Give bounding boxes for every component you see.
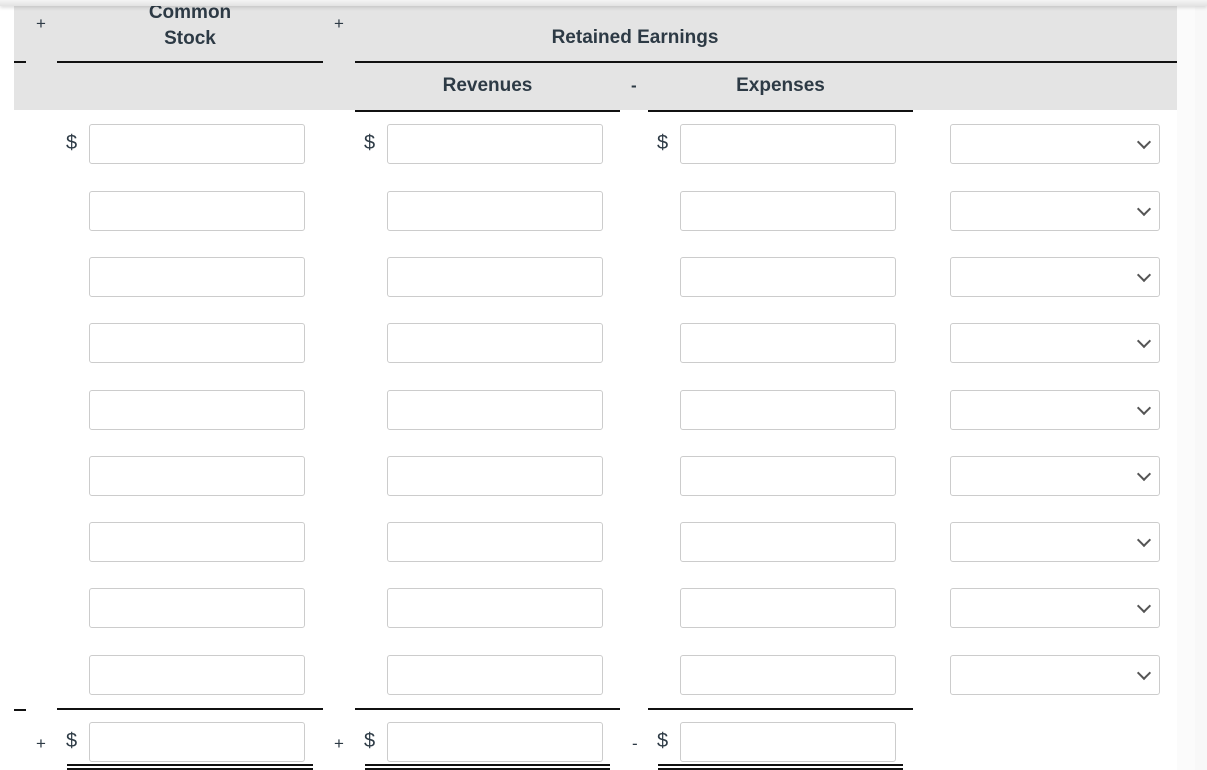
common-stock-input[interactable]: [89, 456, 305, 496]
dollar-sign: $: [66, 730, 78, 752]
chevron-down-icon: [1136, 267, 1152, 283]
revenues-input[interactable]: [387, 257, 603, 297]
account-select[interactable]: [950, 390, 1160, 430]
expenses-input[interactable]: [680, 588, 896, 628]
expenses-input[interactable]: [680, 456, 896, 496]
chevron-down-icon: [1136, 598, 1152, 614]
expenses-input[interactable]: [680, 390, 896, 430]
total-divider: [648, 708, 913, 710]
expenses-heading: Expenses: [736, 75, 825, 96]
chevron-down-icon: [1136, 333, 1152, 349]
dollar-sign: $: [66, 132, 78, 154]
expenses-input[interactable]: [680, 522, 896, 562]
expenses-input[interactable]: [680, 323, 896, 363]
dollar-sign: $: [657, 730, 669, 752]
expenses-input[interactable]: [680, 124, 896, 164]
common-stock-input[interactable]: [89, 323, 305, 363]
total-expenses-input[interactable]: [680, 722, 896, 762]
revenues-input[interactable]: [387, 323, 603, 363]
account-select[interactable]: [950, 522, 1160, 562]
account-select[interactable]: [950, 456, 1160, 496]
double-underline: [67, 764, 313, 770]
header-divider: [355, 110, 620, 112]
header-divider: [355, 61, 1177, 63]
total-divider: [57, 708, 323, 710]
common-stock-input[interactable]: [89, 522, 305, 562]
account-select[interactable]: [950, 257, 1160, 297]
common-stock-heading: Common Stock: [57, 0, 323, 52]
page-gutter: [1177, 0, 1195, 770]
common-stock-input[interactable]: [89, 191, 305, 231]
plus-operator: +: [36, 734, 46, 753]
chevron-down-icon: [1136, 532, 1152, 548]
plus-operator: +: [334, 734, 344, 753]
common-stock-heading-line2: Stock: [164, 28, 216, 49]
expenses-input[interactable]: [680, 191, 896, 231]
minus-operator: -: [632, 734, 638, 753]
chevron-down-icon: [1136, 665, 1152, 681]
chevron-down-icon: [1136, 466, 1152, 482]
header-divider: [57, 61, 323, 63]
chevron-down-icon: [1136, 400, 1152, 416]
dollar-sign: $: [364, 730, 376, 752]
revenues-input[interactable]: [387, 522, 603, 562]
dollar-sign: $: [364, 132, 376, 154]
total-divider: [14, 709, 26, 711]
plus-operator: +: [36, 14, 46, 33]
revenues-input[interactable]: [387, 588, 603, 628]
chevron-down-icon: [1136, 201, 1152, 217]
total-revenues-input[interactable]: [387, 722, 603, 762]
expenses-input[interactable]: [680, 257, 896, 297]
minus-operator: -: [631, 76, 637, 95]
plus-operator: +: [334, 14, 344, 33]
total-divider: [355, 708, 620, 710]
double-underline: [365, 764, 610, 770]
common-stock-input[interactable]: [89, 588, 305, 628]
common-stock-input[interactable]: [89, 390, 305, 430]
scrollbar[interactable]: [1195, 0, 1207, 770]
revenues-input[interactable]: [387, 124, 603, 164]
retained-earnings-heading: Retained Earnings: [551, 27, 719, 48]
revenues-input[interactable]: [387, 390, 603, 430]
revenues-input[interactable]: [387, 191, 603, 231]
account-select[interactable]: [950, 655, 1160, 695]
header-divider: [648, 110, 913, 112]
revenues-input[interactable]: [387, 456, 603, 496]
header-divider: [14, 61, 26, 63]
common-stock-input[interactable]: [89, 124, 305, 164]
common-stock-input[interactable]: [89, 655, 305, 695]
revenues-input[interactable]: [387, 655, 603, 695]
common-stock-input[interactable]: [89, 257, 305, 297]
account-select[interactable]: [950, 588, 1160, 628]
expenses-input[interactable]: [680, 655, 896, 695]
dollar-sign: $: [657, 132, 669, 154]
account-select[interactable]: [950, 191, 1160, 231]
account-select[interactable]: [950, 124, 1160, 164]
chevron-down-icon: [1136, 134, 1152, 150]
double-underline: [658, 764, 903, 770]
total-common-stock-input[interactable]: [89, 722, 305, 762]
revenues-heading: Revenues: [442, 75, 533, 96]
top-shadow: [0, 0, 1207, 6]
account-select[interactable]: [950, 323, 1160, 363]
